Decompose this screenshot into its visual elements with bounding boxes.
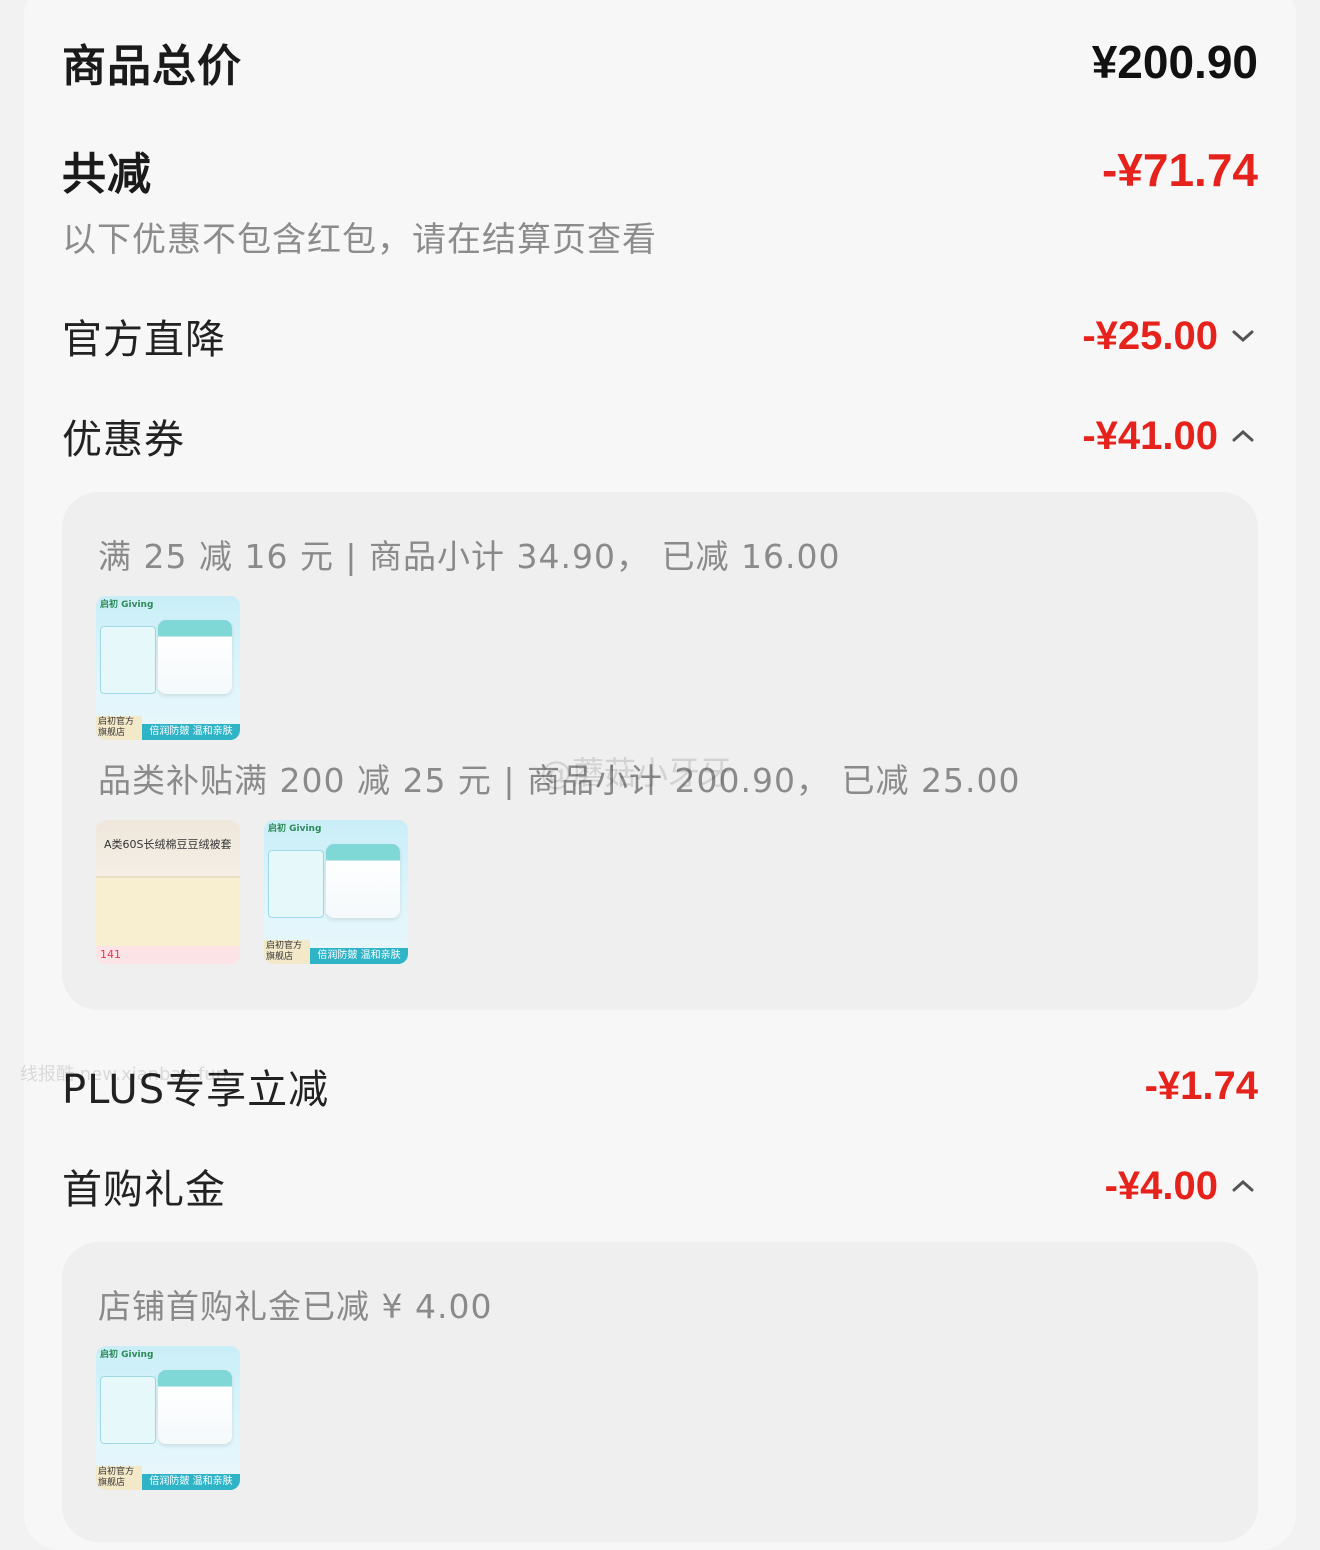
discount-note: 以下优惠不包含红包，请在结算页查看	[62, 220, 657, 260]
official-discount-label: 官方直降	[62, 317, 226, 363]
first-purchase-label: 首购礼金	[62, 1167, 226, 1213]
thumb-brand: 启初 Giving	[100, 1350, 154, 1360]
official-discount-amount: -¥25.00	[1082, 314, 1258, 359]
first-purchase-value: -¥4.00	[1104, 1163, 1218, 1208]
discount-row: 共减 -¥71.74	[62, 138, 1258, 202]
total-label: 商品总价	[62, 41, 242, 92]
plus-discount-value: -¥1.74	[1144, 1063, 1258, 1108]
plus-discount-row: PLUS专享立减 -¥1.74	[62, 1056, 1258, 1116]
coupon-line-1: 满 25 减 16 元 | 商品小计 34.90， 已减 16.00	[98, 537, 841, 576]
product-thumbnail[interactable]: 启初 Giving 启初官方 旗舰店 倍润防皴 温和亲肤	[96, 596, 240, 740]
coupon-label: 优惠券	[62, 417, 185, 463]
bedding-thumbnail[interactable]: A类60S长绒棉豆豆绒被套 141	[96, 820, 240, 964]
coupon-value: -¥41.00	[1082, 413, 1218, 458]
thumb-ribbon: 倍润防皴 温和亲肤	[142, 1474, 240, 1490]
official-discount-value: -¥25.00	[1082, 313, 1218, 358]
bedding-title: A类60S长绒棉豆豆绒被套	[104, 838, 232, 851]
chevron-down-icon[interactable]	[1228, 321, 1258, 351]
thumb-card	[100, 1376, 156, 1444]
thumb-brand: 启初 Giving	[268, 824, 322, 834]
weibo-watermark: @蘑菇小牙牙	[540, 754, 733, 792]
chevron-up-icon[interactable]	[1228, 1171, 1258, 1201]
first-purchase-row[interactable]: 首购礼金 -¥4.00	[62, 1156, 1258, 1216]
site-watermark: 线报酷 new.xianbao.fun	[20, 1064, 228, 1085]
first-purchase-panel: 店铺首购礼金已减 ¥ 4.00 启初 Giving 启初官方 旗舰店 倍润防皴 …	[62, 1242, 1258, 1542]
cream-jar-image	[158, 1370, 232, 1444]
chevron-up-icon[interactable]	[1228, 421, 1258, 451]
first-purchase-line: 店铺首购礼金已减 ¥ 4.00	[98, 1287, 493, 1326]
official-discount-row[interactable]: 官方直降 -¥25.00	[62, 306, 1258, 366]
product-thumbnail[interactable]: 启初 Giving 启初官方 旗舰店 倍润防皴 温和亲肤	[264, 820, 408, 964]
coupon-amount: -¥41.00	[1082, 414, 1258, 459]
thumb-ribbon: 倍润防皴 温和亲肤	[142, 724, 240, 740]
total-value: ¥200.90	[1091, 36, 1258, 88]
thumb-card	[100, 626, 156, 694]
thumb-card	[268, 850, 324, 918]
thumb-badge: 启初官方 旗舰店	[96, 716, 142, 740]
total-row: 商品总价 ¥200.90	[62, 30, 1258, 94]
first-purchase-amount: -¥4.00	[1105, 1164, 1258, 1209]
discount-label: 共减	[62, 149, 152, 200]
product-thumbnail[interactable]: 启初 Giving 启初官方 旗舰店 倍润防皴 温和亲肤	[96, 1346, 240, 1490]
cream-jar-image	[326, 844, 400, 918]
bed-image	[96, 876, 240, 948]
bedding-price: 141	[96, 946, 240, 964]
discount-value: -¥71.74	[1101, 144, 1258, 196]
thumb-ribbon: 倍润防皴 温和亲肤	[310, 948, 408, 964]
thumb-badge: 启初官方 旗舰店	[96, 1466, 142, 1490]
coupon-row[interactable]: 优惠券 -¥41.00	[62, 406, 1258, 466]
cream-jar-image	[158, 620, 232, 694]
thumb-badge: 启初官方 旗舰店	[264, 940, 310, 964]
thumb-brand: 启初 Giving	[100, 600, 154, 610]
